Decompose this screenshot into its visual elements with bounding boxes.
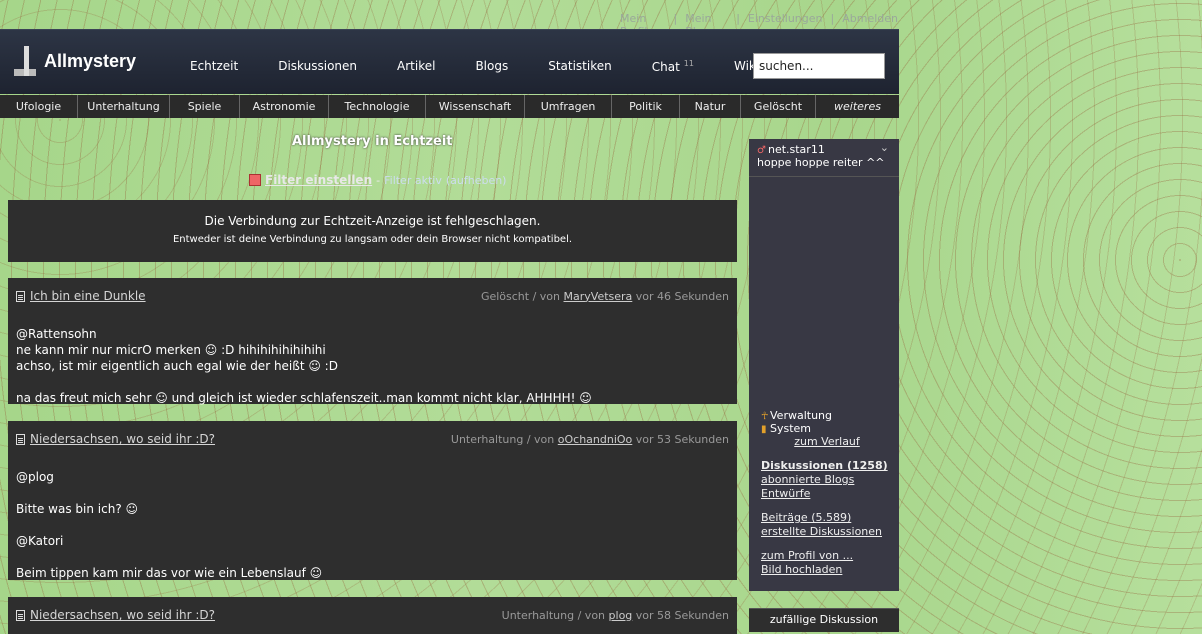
- post-time: vor 58 Sekunden: [635, 608, 729, 622]
- post-line: [16, 453, 729, 469]
- category-astronomie[interactable]: Astronomie: [240, 95, 329, 118]
- post-line: Bitte was bin ich? ☺: [16, 502, 139, 516]
- nav-echtzeit[interactable]: Echtzeit: [190, 59, 238, 74]
- admin-icon: ☥: [761, 411, 769, 422]
- category-weiteres[interactable]: weiteres: [816, 95, 899, 118]
- filter-settings-link[interactable]: Filter einstellen: [265, 173, 372, 187]
- error-detail: Entweder ist deine Verbindung zu langsam…: [172, 234, 573, 245]
- page-title: Allmystery in Echtzeit: [292, 134, 453, 149]
- post-line: na das freut mich sehr ☺ und gleich ist …: [16, 391, 592, 405]
- post-line: achso, ist mir eigentlich auch egal wie …: [16, 359, 338, 373]
- error-message: Die Verbindung zur Echtzeit-Anzeige ist …: [204, 214, 541, 228]
- post-card: Niedersachsen, wo seid ihr :D? Unterhalt…: [8, 421, 737, 580]
- post-by: / von: [532, 289, 561, 303]
- upload-image-link[interactable]: Bild hochladen: [761, 563, 893, 577]
- post-by: / von: [577, 608, 606, 622]
- post-time: vor 46 Sekunden: [635, 289, 729, 303]
- post-line: [16, 485, 729, 501]
- category-technologie[interactable]: Technologie: [329, 95, 426, 118]
- document-icon: [16, 609, 25, 621]
- verwaltung-label[interactable]: Verwaltung: [770, 409, 832, 422]
- sidebar-status: hoppe hoppe reiter ^^: [757, 156, 885, 169]
- post-user-link[interactable]: plog: [609, 609, 633, 622]
- post-body: @Rattensohn ne kann mir nur micrO merken…: [16, 310, 729, 406]
- logo-icon: [14, 46, 36, 76]
- user-sidebar: net.star11 hoppe hoppe reiter ^^ ⌄ ☥Verw…: [749, 139, 899, 591]
- nav-blogs[interactable]: Blogs: [475, 59, 508, 74]
- category-natur[interactable]: Natur: [680, 95, 741, 118]
- post-line: @Rattensohn: [16, 327, 97, 341]
- post-line: ne kann mir nur micrO merken ☺ :D hihihi…: [16, 343, 326, 357]
- created-discussions-link[interactable]: erstellte Diskussionen: [761, 525, 893, 539]
- discussions-link[interactable]: Diskussionen (1258): [761, 459, 893, 473]
- chat-count-badge: 11: [683, 59, 694, 68]
- nav-diskussionen[interactable]: Diskussionen: [278, 59, 357, 74]
- nav-statistiken[interactable]: Statistiken: [548, 59, 612, 74]
- connection-error: Die Verbindung zur Echtzeit-Anzeige ist …: [8, 200, 737, 262]
- drafts-link[interactable]: Entwürfe: [761, 487, 893, 501]
- post-user-link[interactable]: MaryVetsera: [564, 290, 633, 303]
- sidebar-username[interactable]: net.star11: [757, 143, 891, 156]
- post-title-link[interactable]: Niedersachsen, wo seid ihr :D?: [30, 432, 215, 446]
- category-umfragen[interactable]: Umfragen: [525, 95, 612, 118]
- post-category: Unterhaltung: [450, 432, 524, 446]
- filter-cancel-link[interactable]: (aufheben): [446, 174, 507, 187]
- post-line: Beim tippen kam mir das vor wie ein Lebe…: [16, 566, 323, 580]
- document-icon: [16, 290, 25, 302]
- system-label[interactable]: System: [770, 422, 811, 435]
- post-user-link[interactable]: oOchandniOo: [558, 433, 633, 446]
- filter-line: Filter einstellen - Filter aktiv (aufheb…: [249, 173, 506, 187]
- history-link[interactable]: zum Verlauf: [761, 435, 893, 449]
- brand-name: Allmystery: [44, 50, 137, 71]
- category-geloescht[interactable]: Gelöscht: [741, 95, 816, 118]
- site-logo[interactable]: Allmystery: [14, 46, 136, 76]
- post-line: @plog: [16, 470, 54, 484]
- post-line: [16, 549, 729, 565]
- post-card: Ich bin eine Dunkle Gelöscht / von MaryV…: [8, 278, 737, 406]
- nav-chat-label: Chat: [651, 60, 680, 74]
- site-header: Allmystery Echtzeit Diskussionen Artikel…: [0, 29, 899, 94]
- post-card: Niedersachsen, wo seid ihr :D? Unterhalt…: [8, 597, 737, 634]
- sidebar-header: net.star11 hoppe hoppe reiter ^^ ⌄: [749, 139, 899, 177]
- category-ufologie[interactable]: Ufologie: [0, 95, 78, 118]
- system-icon: ▮: [761, 424, 767, 435]
- post-line: [16, 374, 729, 390]
- search-input[interactable]: suchen...: [753, 53, 885, 79]
- post-line: [16, 310, 729, 326]
- filter-separator: -: [376, 173, 381, 187]
- filter-status: Filter aktiv: [384, 173, 442, 187]
- chevron-down-icon[interactable]: ⌄: [880, 141, 889, 154]
- post-category: Unterhaltung: [501, 608, 575, 622]
- post-time: vor 53 Sekunden: [635, 432, 729, 446]
- main-nav: Echtzeit Diskussionen Artikel Blogs Stat…: [190, 59, 799, 74]
- post-title-link[interactable]: Niedersachsen, wo seid ihr :D?: [30, 608, 215, 622]
- nav-chat[interactable]: Chat 11: [652, 59, 694, 74]
- random-discussion-button[interactable]: zufällige Diskussion: [749, 608, 899, 632]
- category-spiele[interactable]: Spiele: [170, 95, 240, 118]
- document-icon: [16, 433, 25, 445]
- sidebar-links: ☥ Verwaltung ▮ System zum Verlauf Diskussi…: [761, 409, 893, 577]
- post-title-link[interactable]: Ich bin eine Dunkle: [30, 289, 146, 303]
- subscribed-blogs-link[interactable]: abonnierte Blogs: [761, 473, 893, 487]
- post-body: @plog Bitte was bin ich? ☺ @Katori Beim …: [16, 453, 729, 581]
- posts-link[interactable]: Beiträge (5.589): [761, 511, 893, 525]
- filter-icon: [249, 174, 261, 186]
- category-wissenschaft[interactable]: Wissenschaft: [426, 95, 525, 118]
- nav-artikel[interactable]: Artikel: [397, 59, 435, 74]
- category-unterhaltung[interactable]: Unterhaltung: [78, 95, 170, 118]
- post-line: @Katori: [16, 534, 64, 548]
- post-by: / von: [526, 432, 555, 446]
- category-bar: Ufologie Unterhaltung Spiele Astronomie …: [0, 95, 899, 118]
- profile-link[interactable]: zum Profil von ...: [761, 549, 893, 563]
- post-category: Gelöscht: [480, 289, 530, 303]
- category-politik[interactable]: Politik: [612, 95, 680, 118]
- post-line: [16, 517, 729, 533]
